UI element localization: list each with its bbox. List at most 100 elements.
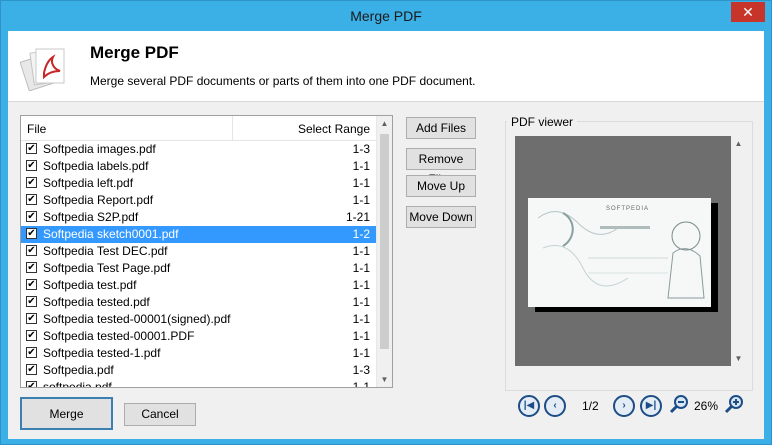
last-page-icon[interactable]: ▶| xyxy=(640,395,662,417)
list-header: File Select Range xyxy=(21,116,378,141)
file-name: Softpedia test.pdf xyxy=(43,278,137,292)
file-name: Softpedia.pdf xyxy=(43,363,114,377)
row-checkbox[interactable]: ✔ xyxy=(26,347,37,358)
file-row[interactable]: ✔ Softpedia tested-00001.PDF 1-1 xyxy=(21,328,378,345)
row-checkbox[interactable]: ✔ xyxy=(26,330,37,341)
file-name: Softpedia Test DEC.pdf xyxy=(43,244,168,258)
file-range[interactable]: 1-1 xyxy=(353,277,370,294)
file-name: Softpedia tested-00001.PDF xyxy=(43,329,195,343)
row-checkbox[interactable]: ✔ xyxy=(26,313,37,324)
row-checkbox[interactable]: ✔ xyxy=(26,194,37,205)
file-name: softpedia.pdf xyxy=(43,380,112,388)
preview-text: SOFTPEDIA xyxy=(606,206,650,212)
file-name: Softpedia left.pdf xyxy=(43,176,134,190)
row-checkbox[interactable]: ✔ xyxy=(26,143,37,154)
list-scrollbar[interactable]: ▲ ▼ xyxy=(376,116,392,387)
file-row[interactable]: ✔ softpedia.pdf 1-1 xyxy=(21,379,378,388)
viewer-scroll-down-icon[interactable]: ▼ xyxy=(731,351,746,366)
file-row[interactable]: ✔ Softpedia Report.pdf 1-1 xyxy=(21,192,378,209)
file-name: Softpedia images.pdf xyxy=(43,142,156,156)
remove-files-button[interactable]: Remove Files xyxy=(406,148,476,186)
row-checkbox[interactable]: ✔ xyxy=(26,228,37,239)
header-description: Merge several PDF documents or parts of … xyxy=(90,74,476,88)
zoom-in-icon[interactable] xyxy=(723,393,745,415)
file-row[interactable]: ✔ Softpedia sketch0001.pdf 1-2 xyxy=(21,226,378,243)
header-title: Merge PDF xyxy=(90,43,179,62)
zoom-level: 26% xyxy=(694,399,719,413)
file-range[interactable]: 1-1 xyxy=(353,260,370,277)
close-button[interactable]: ✕ xyxy=(731,2,765,22)
file-range[interactable]: 1-1 xyxy=(353,294,370,311)
column-header-select-range[interactable]: Select Range xyxy=(298,122,370,136)
file-name: Softpedia tested.pdf xyxy=(43,295,150,309)
scroll-up-icon[interactable]: ▲ xyxy=(377,116,392,131)
file-range[interactable]: 1-21 xyxy=(346,209,370,226)
file-rows: ✔ Softpedia images.pdf 1-3 ✔ Softpedia label… xyxy=(21,141,378,388)
pdf-viewer-label: PDF viewer xyxy=(507,115,578,129)
row-checkbox[interactable]: ✔ xyxy=(26,279,37,290)
merge-button[interactable]: Merge xyxy=(20,397,113,430)
file-range[interactable]: 1-1 xyxy=(353,175,370,192)
file-name: Softpedia tested-1.pdf xyxy=(43,346,161,360)
page-sketch-image xyxy=(528,198,711,307)
row-checkbox[interactable]: ✔ xyxy=(26,364,37,375)
file-range[interactable]: 1-1 xyxy=(353,345,370,362)
move-up-button[interactable]: Move Up xyxy=(406,175,476,197)
column-divider[interactable] xyxy=(232,116,233,140)
add-files-button[interactable]: Add Files xyxy=(406,117,476,139)
title-bar[interactable]: Merge PDF ✕ xyxy=(1,1,771,31)
file-name: Softpedia labels.pdf xyxy=(43,159,149,173)
merge-pdf-window: Merge PDF ✕ Merge PDF Merge several PDF … xyxy=(0,0,772,445)
file-row[interactable]: ✔ Softpedia S2P.pdf 1-21 xyxy=(21,209,378,226)
first-page-icon[interactable]: |◀ xyxy=(518,395,540,417)
dialog-body: Merge PDF Merge several PDF documents or… xyxy=(8,31,764,439)
file-range[interactable]: 1-1 xyxy=(353,192,370,209)
viewer-scroll-up-icon[interactable]: ▲ xyxy=(731,136,746,151)
file-range[interactable]: 1-1 xyxy=(353,328,370,345)
file-row[interactable]: ✔ Softpedia.pdf 1-3 xyxy=(21,362,378,379)
file-name: Softpedia S2P.pdf xyxy=(43,210,139,224)
file-name: Softpedia Report.pdf xyxy=(43,193,154,207)
row-checkbox[interactable]: ✔ xyxy=(26,177,37,188)
file-range[interactable]: 1-1 xyxy=(353,311,370,328)
row-checkbox[interactable]: ✔ xyxy=(26,262,37,273)
row-checkbox[interactable]: ✔ xyxy=(26,381,37,387)
file-name: Softpedia tested-00001(signed).pdf xyxy=(43,312,231,326)
file-range[interactable]: 1-1 xyxy=(353,379,370,387)
row-checkbox[interactable]: ✔ xyxy=(26,160,37,171)
file-row[interactable]: ✔ Softpedia images.pdf 1-3 xyxy=(21,141,378,158)
file-list[interactable]: File Select Range ✔ Softpedia images.pdf 1… xyxy=(20,115,393,388)
file-name: Softpedia sketch0001.pdf xyxy=(43,227,179,241)
file-range[interactable]: 1-1 xyxy=(353,158,370,175)
viewer-scrollbar[interactable]: ▲ ▼ xyxy=(731,136,746,366)
move-down-button[interactable]: Move Down xyxy=(406,206,476,228)
file-row[interactable]: ✔ Softpedia tested.pdf 1-1 xyxy=(21,294,378,311)
window-title: Merge PDF xyxy=(350,8,422,24)
pdf-documents-icon xyxy=(20,48,65,91)
page-indicator: 1/2 xyxy=(582,399,599,413)
column-header-file[interactable]: File xyxy=(27,122,46,136)
pdf-page-preview: SOFTPEDIA xyxy=(528,198,711,307)
row-checkbox[interactable]: ✔ xyxy=(26,296,37,307)
file-range[interactable]: 1-1 xyxy=(353,243,370,260)
file-range[interactable]: 1-3 xyxy=(353,141,370,158)
file-range[interactable]: 1-2 xyxy=(353,226,370,243)
scroll-down-icon[interactable]: ▼ xyxy=(377,372,392,387)
file-row[interactable]: ✔ Softpedia tested-00001(signed).pdf 1-1 xyxy=(21,311,378,328)
next-page-icon[interactable]: › xyxy=(613,395,635,417)
previous-page-icon[interactable]: ‹ xyxy=(544,395,566,417)
row-checkbox[interactable]: ✔ xyxy=(26,211,37,222)
file-row[interactable]: ✔ Softpedia test.pdf 1-1 xyxy=(21,277,378,294)
file-row[interactable]: ✔ Softpedia tested-1.pdf 1-1 xyxy=(21,345,378,362)
cancel-button[interactable]: Cancel xyxy=(124,403,196,426)
file-row[interactable]: ✔ Softpedia Test DEC.pdf 1-1 xyxy=(21,243,378,260)
file-name: Softpedia Test Page.pdf xyxy=(43,261,171,275)
file-row[interactable]: ✔ Softpedia left.pdf 1-1 xyxy=(21,175,378,192)
row-checkbox[interactable]: ✔ xyxy=(26,245,37,256)
file-row[interactable]: ✔ Softpedia labels.pdf 1-1 xyxy=(21,158,378,175)
dialog-header: Merge PDF Merge several PDF documents or… xyxy=(8,31,764,102)
zoom-out-icon[interactable] xyxy=(668,393,690,415)
file-range[interactable]: 1-3 xyxy=(353,362,370,379)
scroll-thumb[interactable] xyxy=(380,134,389,349)
file-row[interactable]: ✔ Softpedia Test Page.pdf 1-1 xyxy=(21,260,378,277)
